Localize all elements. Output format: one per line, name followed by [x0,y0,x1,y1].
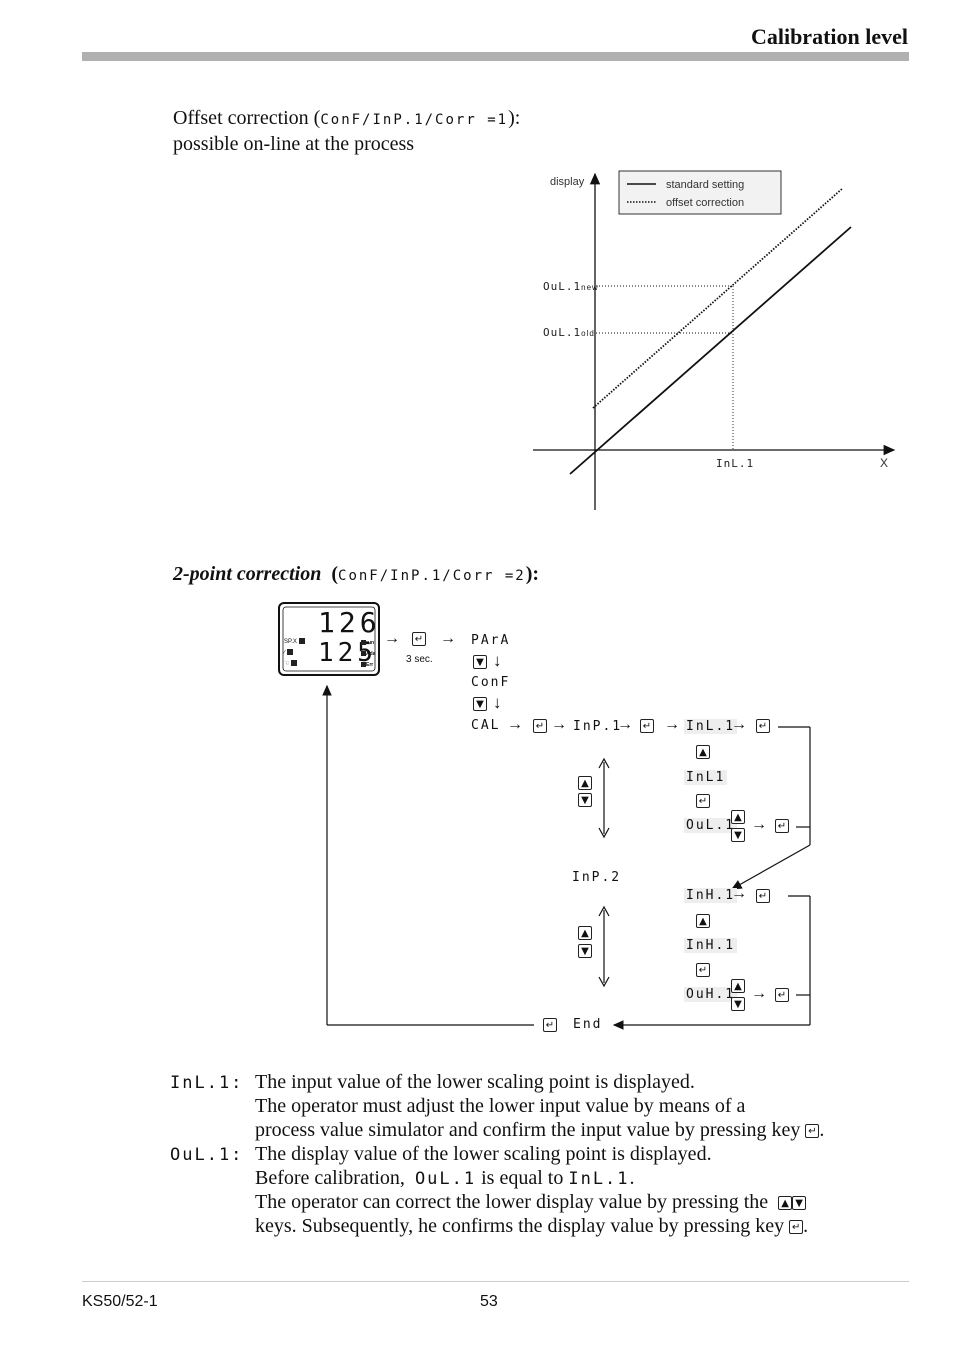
enter-key-icon: ↵ [533,719,547,733]
led-hand: ☜ [284,659,305,670]
up-key-icon: ▲ [778,1196,793,1211]
enter-key-icon: ↵ [789,1220,804,1235]
flow-inp2: InP.2 [572,870,622,885]
desc-oul1-line3: The operator can correct the lower displ… [255,1190,807,1214]
up-key-icon: ▲ [696,745,710,759]
footer-divider [82,1281,909,1282]
desc-oul1-line1: The display value of the lower scaling p… [255,1143,712,1165]
up-key-icon: ▲ [731,810,745,824]
enter-key-icon: ↵ [805,1124,820,1139]
led-run: run [361,638,375,649]
footer-page-number: 53 [480,1293,498,1310]
enter-key-icon: ↵ [640,719,654,733]
arrow-right-icon: → [751,816,767,833]
desc-oul1-line4: keys. Subsequently, he confirms the disp… [255,1215,809,1237]
led-ramp: ∕ [284,648,305,659]
arrow-down-icon: ↓ [493,651,502,670]
up-key-icon: ▲ [731,979,745,993]
arrow-down-icon: ↓ [493,693,502,712]
down-key-icon: ▼ [578,944,592,958]
flow-cal: CAL [471,718,501,733]
enter-key-icon: ↵ [756,719,770,733]
enter-key-icon: ↵ [696,794,710,808]
up-key-icon: ▲ [696,914,710,928]
device-right-leds: run Ada Err [361,638,375,671]
down-key-icon: ▼ [578,793,592,807]
led-hand-indicator-icon [291,660,298,667]
flow-conf: ConF [471,675,511,690]
flow-inh1-adjust: InH.1 [684,938,738,953]
down-key-icon: ▼ [792,1196,807,1211]
down-key-icon: ▼ [473,655,487,669]
down-key-icon: ▼ [473,697,487,711]
led-spx-indicator-icon [298,638,305,645]
led-spx: SP.X [284,637,305,648]
arrow-right-icon: → [551,716,567,733]
flow-inl1: InL.1 [684,719,738,734]
desc-inl1-line3: process value simulator and confirm the … [255,1119,825,1141]
hold-note: 3 sec. [406,654,433,665]
down-key-icon: ▼ [731,997,745,1011]
flow-ouh1: OuH.1 [684,987,738,1002]
term-inl1: InL.1: [170,1073,244,1093]
flow-oul1: OuL.1 [684,818,738,833]
enter-key-icon: ↵ [543,1018,557,1032]
arrow-right-icon: → [664,716,680,733]
device-left-leds: SP.X ∕ ☜ [284,637,305,670]
arrow-right-icon: → [384,630,400,647]
arrow-right-icon: → [507,716,523,733]
arrow-right-icon: → [617,716,633,733]
led-err: Err [361,660,375,671]
arrow-right-icon: → [751,985,767,1002]
up-key-icon: ▲ [578,776,592,790]
footer-doc-id: KS50/52-1 [82,1293,158,1310]
enter-key-icon: ↵ [756,889,770,903]
flow-inh1: InH.1 [684,888,738,903]
flow-inp1: InP.1 [573,719,623,734]
flow-end: End [573,1017,603,1032]
led-ramp-indicator-icon [286,649,293,656]
desc-inl1-line1: The input value of the lower scaling poi… [255,1071,695,1093]
up-key-icon: ▲ [578,926,592,940]
inline-code-oul1: OuL.1 [414,1169,477,1189]
flow-inl1-adjust: InL1 [684,770,728,785]
desc-inl1-line2: The operator must adjust the lower input… [255,1095,746,1117]
device-upper-display: 126 [318,606,381,639]
term-oul1: OuL.1: [170,1145,244,1165]
enter-key-icon: ↵ [696,963,710,977]
inline-code-inl1: InL.1 [568,1169,630,1189]
enter-key-icon: ↵ [412,632,426,646]
enter-key-icon: ↵ [775,988,789,1002]
arrow-right-icon: → [440,630,456,647]
flow-para: PArA [471,633,511,648]
arrow-right-icon: → [731,885,747,902]
led-ada: Ada [361,649,375,660]
desc-oul1-line2: Before calibration, OuL.1 is equal to In… [255,1167,635,1189]
enter-key-icon: ↵ [775,819,789,833]
arrow-right-icon: → [731,716,747,733]
down-key-icon: ▼ [731,828,745,842]
